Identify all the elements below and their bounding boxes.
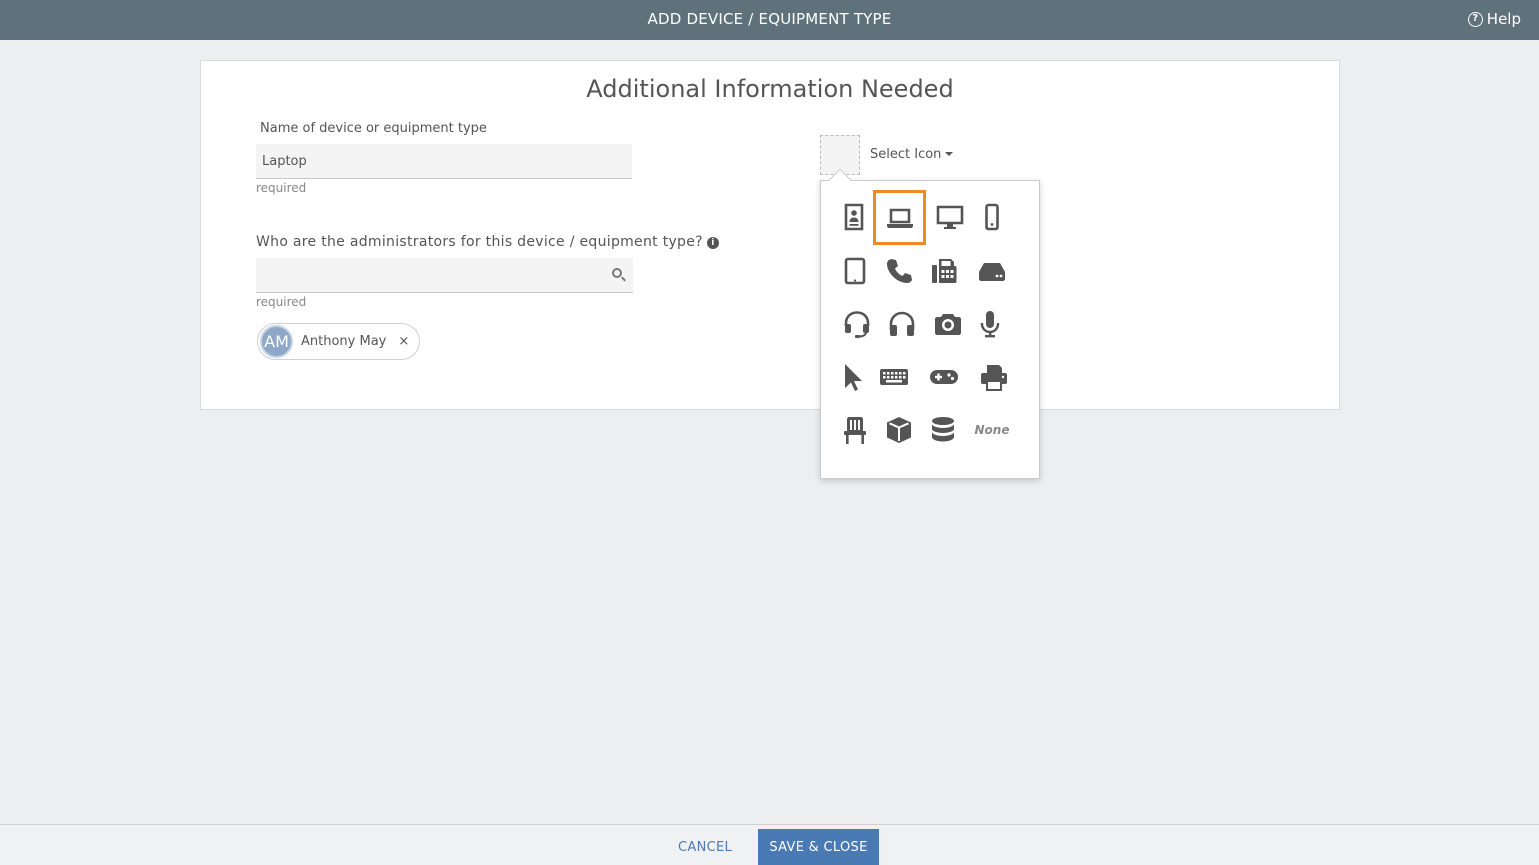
- page-title: ADD DEVICE / EQUIPMENT TYPE: [647, 10, 892, 28]
- hard-drive-icon[interactable]: [969, 248, 1015, 294]
- no-icon-option[interactable]: None: [969, 407, 1015, 453]
- remove-admin-icon[interactable]: ×: [398, 334, 409, 349]
- admins-required-hint: required: [256, 295, 307, 309]
- search-icon[interactable]: [612, 268, 622, 278]
- id-badge-icon[interactable]: [831, 194, 877, 240]
- microphone-icon[interactable]: [967, 301, 1013, 347]
- admins-label-text: Who are the administrators for this devi…: [256, 234, 703, 250]
- help-link[interactable]: ? Help: [1467, 10, 1521, 28]
- caret-down-icon: [945, 152, 954, 156]
- icon-picker-popover: None: [820, 180, 1040, 479]
- name-input[interactable]: [256, 144, 632, 179]
- cancel-button[interactable]: CANCEL: [678, 840, 732, 855]
- database-icon[interactable]: [920, 407, 966, 453]
- gamepad-icon[interactable]: [921, 354, 967, 400]
- mouse-pointer-icon[interactable]: [829, 354, 875, 400]
- camera-icon[interactable]: [925, 301, 971, 347]
- question-circle-icon: ?: [1467, 11, 1483, 27]
- cube-icon[interactable]: [876, 407, 922, 453]
- name-required-hint: required: [256, 181, 307, 195]
- select-icon-dropdown[interactable]: Select Icon: [870, 147, 954, 162]
- help-label: Help: [1486, 10, 1521, 28]
- none-label: None: [974, 423, 1010, 437]
- admin-name: Anthony May: [301, 334, 387, 349]
- tablet-icon[interactable]: [832, 248, 878, 294]
- headset-icon[interactable]: [834, 301, 880, 347]
- desktop-icon[interactable]: [927, 194, 973, 240]
- phone-icon[interactable]: [876, 248, 922, 294]
- form-card: Additional Information Needed Name of de…: [200, 60, 1340, 410]
- name-field-label: Name of device or equipment type: [260, 121, 487, 136]
- top-bar: ADD DEVICE / EQUIPMENT TYPE ? Help: [0, 0, 1539, 40]
- avatar: AM: [260, 325, 293, 358]
- footer-bar: CANCEL SAVE & CLOSE: [0, 824, 1539, 865]
- select-icon-label: Select Icon: [870, 147, 942, 162]
- save-close-button[interactable]: SAVE & CLOSE: [758, 829, 879, 865]
- laptop-icon[interactable]: [873, 190, 926, 245]
- admin-chip: AM Anthony May ×: [257, 323, 421, 360]
- form-heading: Additional Information Needed: [586, 75, 954, 103]
- admins-search-input[interactable]: [256, 258, 633, 293]
- keyboard-icon[interactable]: [871, 354, 917, 400]
- admins-field-label: Who are the administrators for this devi…: [256, 234, 719, 250]
- printer-icon[interactable]: [971, 354, 1017, 400]
- info-icon[interactable]: i: [706, 237, 719, 249]
- chair-icon[interactable]: [832, 407, 878, 453]
- fax-icon[interactable]: [921, 248, 967, 294]
- mobile-icon[interactable]: [969, 194, 1015, 240]
- headphones-icon[interactable]: [879, 301, 925, 347]
